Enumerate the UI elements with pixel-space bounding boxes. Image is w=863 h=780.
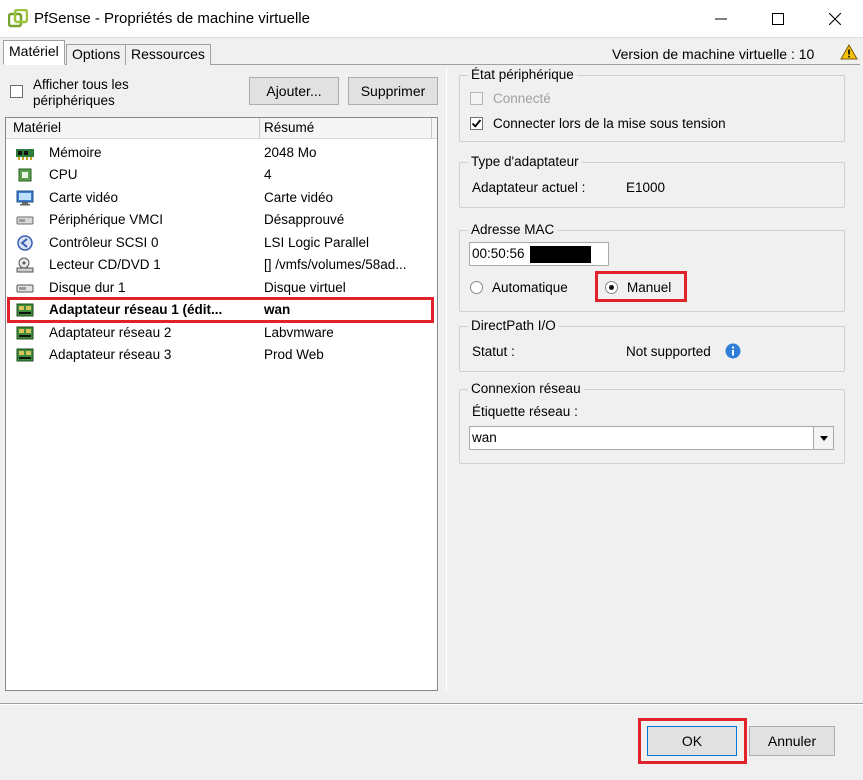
hardware-row-network-adapter-2[interactable]: Adaptateur réseau 2 Labvmware bbox=[6, 322, 436, 344]
network-adapter-icon bbox=[16, 326, 34, 340]
scsi-controller-icon bbox=[17, 235, 33, 251]
hardware-summary: 2048 Mo bbox=[264, 145, 317, 160]
maximize-button[interactable] bbox=[754, 0, 802, 38]
connect-at-power-on-label: Connecter lors de la mise sous tension bbox=[493, 116, 726, 131]
hardware-row-disque-dur[interactable]: Disque dur 1 Disque virtuel bbox=[6, 277, 436, 299]
hardware-row-vmci[interactable]: Périphérique VMCI Désapprouvé bbox=[6, 209, 436, 231]
network-label-select[interactable]: wan bbox=[469, 426, 834, 450]
directpath-title: DirectPath I/O bbox=[468, 319, 559, 333]
hardware-summary: LSI Logic Parallel bbox=[264, 235, 370, 250]
selected-row-highlight bbox=[7, 297, 434, 323]
network-connection-title: Connexion réseau bbox=[468, 382, 584, 396]
tab-options[interactable]: Options bbox=[66, 44, 127, 65]
chevron-down-icon bbox=[820, 436, 828, 441]
hardware-summary: [] /vmfs/volumes/58ad... bbox=[264, 257, 407, 272]
mac-automatic-label: Automatique bbox=[492, 280, 568, 295]
manual-radio-highlight bbox=[595, 271, 687, 302]
minimize-button[interactable] bbox=[697, 0, 745, 38]
hardware-name: Adaptateur réseau 2 bbox=[49, 325, 172, 340]
current-adapter-label: Adaptateur actuel : bbox=[472, 180, 586, 195]
column-separator[interactable] bbox=[431, 118, 432, 138]
device-status-group bbox=[459, 75, 845, 142]
hardware-summary: 4 bbox=[264, 167, 272, 182]
connected-label: Connecté bbox=[493, 91, 551, 106]
network-adapter-icon bbox=[16, 348, 34, 362]
show-all-devices-checkbox[interactable] bbox=[10, 85, 23, 98]
column-header-summary[interactable]: Résumé bbox=[261, 118, 314, 138]
warning-icon bbox=[840, 43, 858, 63]
hardware-row-cpu[interactable]: CPU 4 bbox=[6, 164, 436, 186]
footer-separator-highlight bbox=[0, 704, 863, 705]
remove-button[interactable]: Supprimer bbox=[348, 77, 438, 105]
directpath-status-label: Statut : bbox=[472, 344, 515, 359]
tab-ressources[interactable]: Ressources bbox=[125, 44, 211, 65]
ok-button-highlight bbox=[638, 718, 747, 764]
directpath-status-value: Not supported bbox=[626, 344, 711, 359]
hardware-row-network-adapter-3[interactable]: Adaptateur réseau 3 Prod Web bbox=[6, 344, 436, 366]
close-icon bbox=[829, 13, 841, 25]
dropdown-button[interactable] bbox=[813, 427, 833, 449]
hardware-row-carte-video[interactable]: Carte vidéo Carte vidéo bbox=[6, 187, 436, 209]
device-status-title: État périphérique bbox=[468, 68, 577, 82]
hardware-row-memoire[interactable]: Mémoire 2048 Mo bbox=[6, 142, 436, 164]
mac-address-title: Adresse MAC bbox=[468, 223, 558, 237]
cpu-icon bbox=[18, 168, 32, 182]
add-button[interactable]: Ajouter... bbox=[249, 77, 339, 105]
column-header-hardware[interactable]: Matériel bbox=[10, 118, 61, 138]
info-icon[interactable] bbox=[725, 343, 741, 359]
cd-dvd-drive-icon bbox=[16, 257, 34, 273]
cancel-button[interactable]: Annuler bbox=[749, 726, 835, 756]
hardware-name: Lecteur CD/DVD 1 bbox=[49, 257, 161, 272]
checkmark-icon bbox=[471, 119, 482, 128]
vm-version-label: Version de machine virtuelle : 10 bbox=[612, 46, 815, 62]
mac-automatic-radio[interactable] bbox=[470, 281, 483, 294]
vmci-device-icon bbox=[16, 216, 34, 225]
hardware-name: Périphérique VMCI bbox=[49, 212, 164, 227]
hardware-name: Carte vidéo bbox=[49, 190, 119, 205]
hardware-summary: Disque virtuel bbox=[264, 280, 346, 295]
network-label-value: wan bbox=[472, 430, 497, 445]
vsphere-logo-icon bbox=[7, 8, 29, 29]
connect-at-power-on-checkbox[interactable] bbox=[470, 117, 483, 130]
hardware-row-scsi[interactable]: Contrôleur SCSI 0 LSI Logic Parallel bbox=[6, 232, 436, 254]
network-label-caption: Étiquette réseau : bbox=[472, 404, 578, 419]
current-adapter-value: E1000 bbox=[626, 180, 666, 195]
adapter-type-title: Type d'adaptateur bbox=[468, 155, 582, 169]
minimize-icon bbox=[715, 18, 727, 20]
hardware-summary: Désapprouvé bbox=[264, 212, 345, 227]
hardware-list-header: Matériel Résumé bbox=[6, 118, 437, 139]
hardware-name: Adaptateur réseau 3 bbox=[49, 347, 172, 362]
connected-checkbox[interactable] bbox=[470, 92, 483, 105]
show-all-devices-label: Afficher tous les périphériques bbox=[33, 77, 129, 108]
hardware-summary: Carte vidéo bbox=[264, 190, 334, 205]
hardware-name: CPU bbox=[49, 167, 78, 182]
mac-address-value: 00:50:56 bbox=[472, 246, 525, 261]
hard-disk-icon bbox=[16, 284, 34, 293]
tab-materiel[interactable]: Matériel bbox=[3, 40, 65, 65]
window-title: PfSense - Propriétés de machine virtuell… bbox=[34, 10, 310, 27]
hardware-name: Mémoire bbox=[49, 145, 102, 160]
hardware-summary: Labvmware bbox=[264, 325, 334, 340]
column-separator[interactable] bbox=[259, 118, 260, 138]
hardware-name: Contrôleur SCSI 0 bbox=[49, 235, 159, 250]
close-button[interactable] bbox=[811, 0, 859, 38]
hardware-row-cd-dvd[interactable]: Lecteur CD/DVD 1 [] /vmfs/volumes/58ad..… bbox=[6, 254, 436, 276]
mac-redaction bbox=[530, 246, 591, 263]
monitor-icon bbox=[16, 190, 34, 206]
memory-icon bbox=[16, 149, 34, 160]
maximize-icon bbox=[772, 13, 784, 25]
hardware-summary: Prod Web bbox=[264, 347, 324, 362]
hardware-name: Disque dur 1 bbox=[49, 280, 126, 295]
